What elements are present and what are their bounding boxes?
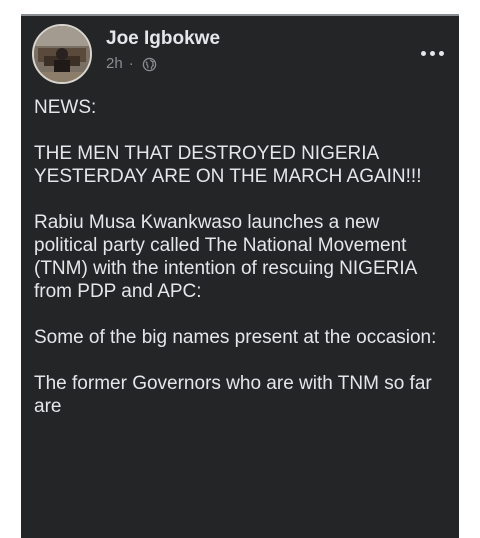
post-paragraph: The former Governors who are with TNM so… [34,373,432,417]
post-meta: 2h · [106,54,157,74]
more-options-icon [420,50,426,56]
post-card: Joe Igbokwe 2h · NEWS: THE MEN THAT DEST… [21,14,459,538]
post-time[interactable]: 2h [106,54,123,74]
post-paragraph: THE MEN THAT DESTROYED NIGERIA YESTERDAY… [34,143,422,187]
post-paragraph: NEWS: [34,97,97,118]
avatar[interactable] [32,24,92,84]
post-body: NEWS: THE MEN THAT DESTROYED NIGERIA YES… [34,96,447,441]
meta-separator: · [128,55,134,72]
more-options-button[interactable] [415,42,449,64]
globe-icon[interactable] [142,57,157,72]
post-paragraph: Rabiu Musa Kwankwaso launches a new poli… [34,212,417,302]
post-header: Joe Igbokwe 2h · [32,24,449,86]
author-name[interactable]: Joe Igbokwe [106,28,220,50]
post-paragraph: Some of the big names present at the occ… [34,327,437,348]
avatar-image [34,26,90,82]
